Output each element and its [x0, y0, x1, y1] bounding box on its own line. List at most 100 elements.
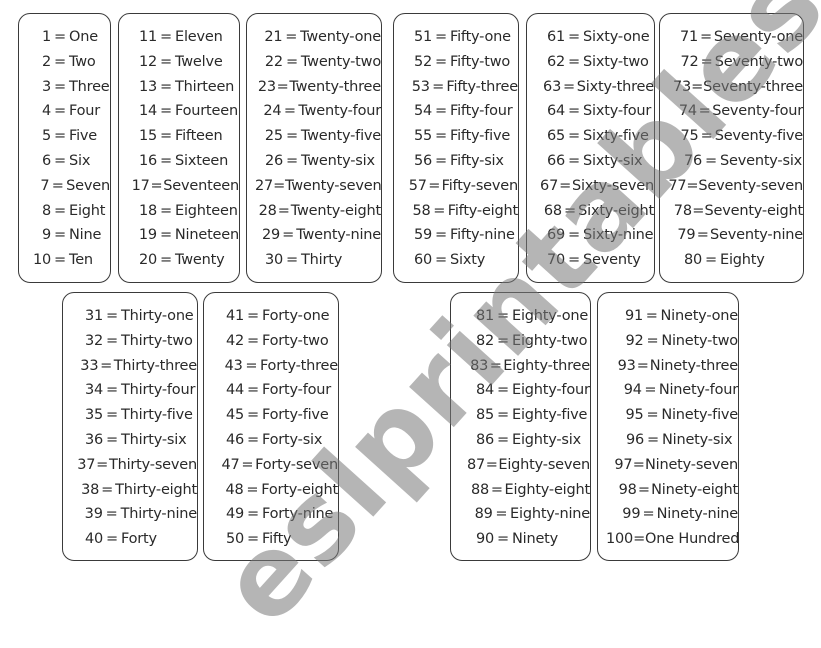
equals-sign: =	[568, 103, 580, 120]
number-word: Seventy-four	[712, 103, 803, 120]
equals-sign: =	[642, 506, 655, 523]
number-row: 73 = Seventy-three	[660, 75, 803, 99]
equals-sign: =	[160, 53, 172, 70]
equals-sign: =	[106, 407, 118, 424]
equals-sign: =	[247, 506, 259, 523]
number-digit: 78	[673, 202, 692, 219]
number-word: Sixty-eight	[578, 202, 654, 219]
number-word: Eighty-eight	[504, 481, 591, 498]
number-word: Seventy-two	[714, 53, 803, 70]
equals-sign: =	[645, 308, 658, 324]
equals-sign: =	[106, 432, 118, 448]
number-word: One	[69, 29, 98, 45]
number-row: 26 = Twenty-six	[247, 149, 381, 173]
number-word: Seventy-one	[713, 29, 803, 45]
number-row: 79 = Seventy-nine	[660, 223, 803, 247]
number-word: Thirty-one	[121, 308, 194, 324]
equals-sign: =	[286, 153, 298, 169]
equals-sign: =	[101, 481, 114, 498]
number-row: 72 = Seventy-two	[660, 50, 803, 74]
number-word: Eighty-four	[512, 382, 590, 399]
number-digit: 95	[625, 407, 644, 424]
equals-sign: =	[435, 227, 447, 244]
number-word: Twenty-five	[300, 128, 381, 145]
number-row: 63 = Sixty-three	[527, 75, 654, 99]
number-digit: 77	[668, 177, 687, 194]
number-word: Thirty	[301, 252, 343, 269]
number-row: 9 = Nine	[19, 223, 110, 247]
equals-sign: =	[432, 78, 445, 95]
number-word: Thirty-five	[121, 407, 193, 424]
number-word: Ninety-nine	[656, 506, 739, 523]
number-word: Fifty-seven	[441, 177, 519, 194]
number-row: 65 = Sixty-five	[527, 124, 654, 148]
number-word: Sixty	[450, 252, 486, 269]
number-row: 55 = Fifty-five	[394, 124, 518, 148]
number-digit: 47	[221, 456, 240, 473]
number-digit: 72	[680, 53, 699, 70]
number-digit: 76	[683, 153, 702, 169]
number-digit: 19	[138, 227, 157, 244]
number-digit: 50	[225, 531, 244, 548]
equals-sign: =	[559, 177, 572, 194]
number-digit: 92	[625, 332, 644, 349]
number-digit: 9	[41, 227, 51, 244]
equals-sign: =	[700, 53, 713, 70]
number-row: 94 = Ninety-four	[598, 378, 738, 402]
equals-sign: =	[497, 407, 509, 424]
number-row: 7 = Seven	[19, 174, 110, 198]
number-row: 52 = Fifty-two	[394, 50, 518, 74]
number-digit: 38	[81, 481, 100, 498]
number-row: 5 = Five	[19, 124, 110, 148]
number-row: 11 = Eleven	[119, 25, 239, 49]
number-row: 56 = Fifty-six	[394, 149, 518, 173]
equals-sign: =	[568, 227, 580, 244]
number-row: 71 = Seventy-one	[660, 25, 803, 49]
equals-sign: =	[696, 227, 709, 244]
number-row: 4 = Four	[19, 99, 110, 123]
number-row: 70 = Seventy	[527, 248, 654, 272]
equals-sign: =	[247, 382, 259, 399]
number-row: 93 = Ninety-three	[598, 354, 739, 378]
number-row: 53 = Fifty-three	[394, 75, 518, 99]
equals-sign: =	[564, 202, 576, 219]
number-row: 54 = Fifty-four	[394, 99, 518, 123]
equals-sign: =	[686, 177, 699, 194]
number-word: Eighty-nine	[510, 506, 590, 523]
number-word: Thirty-four	[121, 382, 196, 399]
number-word: Fifty-five	[450, 128, 511, 145]
number-box-21-30: 21 = Twenty-one 22 = Twenty-two 23 = Twenty-thre…	[246, 13, 382, 283]
equals-sign: =	[277, 202, 290, 219]
number-word: Four	[69, 103, 101, 120]
number-digit: 49	[225, 506, 244, 523]
equals-sign: =	[106, 308, 118, 324]
number-digit: 48	[225, 481, 244, 498]
number-word: Seventy-six	[720, 153, 803, 169]
equals-sign: =	[285, 128, 298, 145]
number-digit: 20	[138, 252, 157, 269]
equals-sign: =	[241, 456, 254, 473]
number-row: 31 = Thirty-one	[63, 304, 197, 328]
number-digit: 23	[257, 78, 276, 95]
number-word: Fifty-two	[450, 53, 511, 70]
number-row: 34 = Thirty-four	[63, 378, 197, 402]
number-word: Thirty-two	[121, 332, 193, 349]
number-box-31-40: 31 = Thirty-one 32 = Thirty-two 33 = Thirty-thre…	[62, 292, 198, 561]
equals-sign: =	[286, 252, 298, 269]
number-word: Eighty-two	[512, 332, 588, 349]
equals-sign: =	[497, 432, 509, 448]
equals-sign: =	[568, 153, 580, 169]
number-digit: 43	[224, 357, 243, 374]
number-word: Fifty-eight	[447, 202, 518, 219]
equals-sign: =	[276, 78, 289, 95]
equals-sign: =	[106, 332, 118, 349]
equals-sign: =	[285, 53, 298, 70]
number-row: 58 = Fifty-eight	[394, 199, 519, 223]
number-row: 100 = One Hundred	[598, 527, 739, 551]
equals-sign: =	[283, 103, 296, 120]
number-row: 2 = Two	[19, 50, 110, 74]
number-row: 36 = Thirty-six	[63, 428, 197, 452]
number-word: Ninety	[512, 531, 559, 548]
equals-sign: =	[705, 252, 717, 269]
number-word: Fifty-nine	[450, 227, 515, 244]
